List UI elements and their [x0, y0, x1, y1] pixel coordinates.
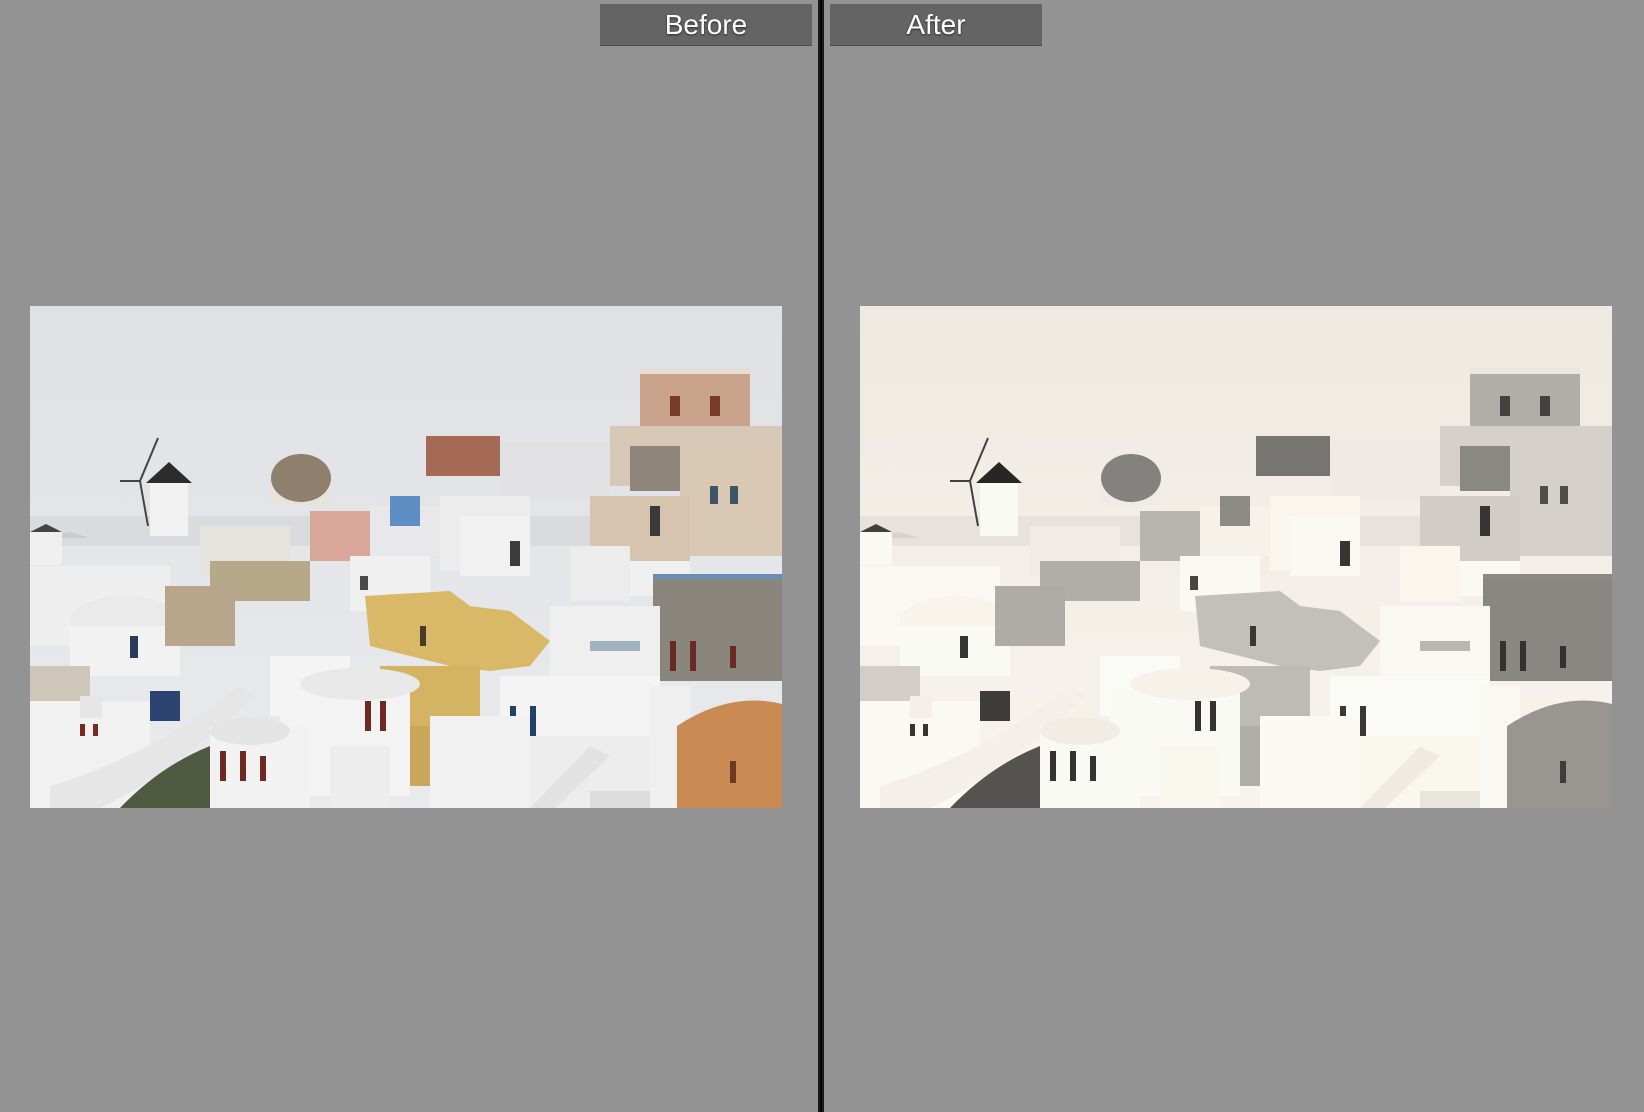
after-photo: [860, 306, 1612, 808]
after-pane: After: [824, 0, 1644, 1112]
after-label: After: [830, 4, 1042, 46]
after-photo-image: [860, 306, 1612, 808]
divider-line: [820, 0, 822, 1112]
before-pane: Before: [0, 0, 818, 1112]
before-photo-image: [30, 306, 782, 808]
before-label: Before: [600, 4, 812, 46]
before-photo: [30, 306, 782, 808]
